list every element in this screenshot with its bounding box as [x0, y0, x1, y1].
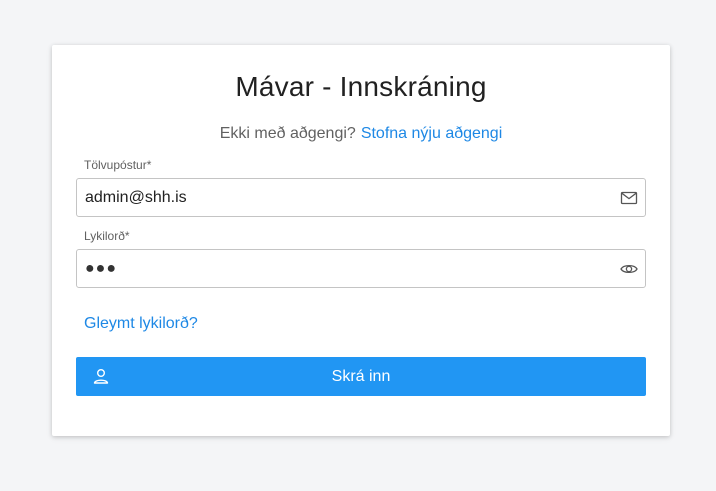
forgot-password-link[interactable]: Gleymt lykilorð?	[84, 315, 198, 333]
signup-link[interactable]: Stofna nýju aðgengi	[361, 125, 502, 142]
password-field[interactable]: ●●●	[76, 249, 646, 288]
signup-row: Ekki með aðgengi? Stofna nýju aðgengi	[52, 125, 670, 143]
password-input[interactable]: ●●●	[85, 260, 117, 278]
login-card: Mávar - Innskráning Ekki með aðgengi? Sto…	[52, 45, 670, 436]
email-input[interactable]	[85, 179, 605, 216]
login-button-label: Skrá inn	[331, 368, 391, 385]
password-label: Lykilorð*	[84, 229, 130, 243]
eye-icon[interactable]	[619, 259, 639, 279]
mail-icon	[619, 188, 639, 208]
user-icon	[92, 367, 110, 385]
page-title: Mávar - Innskráning	[235, 71, 487, 102]
email-label: Tölvupóstur*	[84, 158, 152, 172]
email-field-container	[76, 178, 646, 217]
login-button[interactable]: Skrá inn	[76, 357, 646, 396]
no-account-text: Ekki með aðgengi?	[219, 125, 356, 142]
